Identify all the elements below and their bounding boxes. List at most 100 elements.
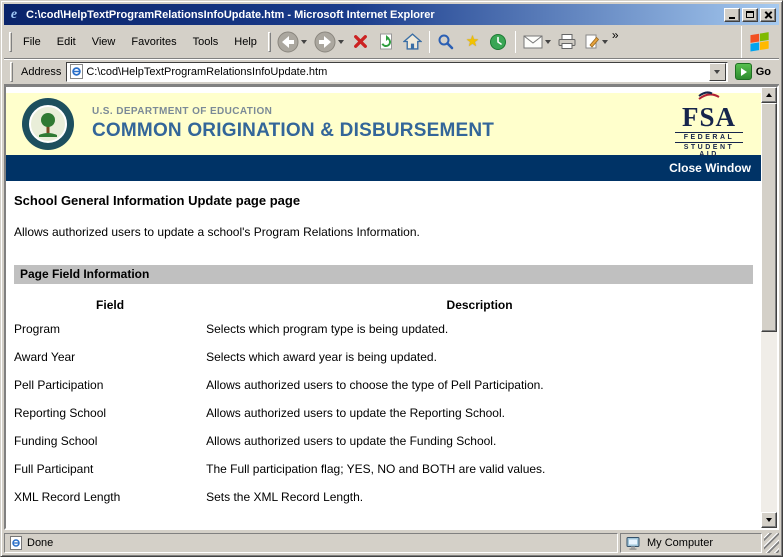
history-button[interactable] bbox=[486, 28, 511, 56]
title-bar[interactable]: e C:\cod\HelpTextProgramRelationsInfoUpd… bbox=[4, 4, 779, 25]
forward-button[interactable] bbox=[311, 28, 347, 56]
forward-dropdown-icon[interactable] bbox=[338, 40, 344, 44]
page-nav-bar: Close Window bbox=[6, 155, 761, 181]
mail-dropdown-icon[interactable] bbox=[545, 40, 551, 44]
scrollbar-track[interactable] bbox=[761, 103, 777, 512]
windows-logo bbox=[741, 26, 777, 58]
edit-button[interactable] bbox=[581, 28, 611, 56]
fsa-student-aid-label: STUDENT AID bbox=[675, 142, 743, 158]
site-title: COMMON ORIGINATION & DISBURSEMENT bbox=[92, 120, 494, 142]
banner-text: U.S. DEPARTMENT OF EDUCATION COMMON ORIG… bbox=[92, 106, 494, 142]
menu-bar: FileEditViewFavoritesToolsHelp bbox=[15, 33, 265, 51]
menu-item[interactable]: Favorites bbox=[123, 33, 184, 51]
field-description: Allows authorized users to update the Re… bbox=[206, 398, 753, 426]
field-table: Field Description Program Selects which … bbox=[14, 288, 753, 510]
table-row: Program Selects which program type is be… bbox=[14, 314, 753, 342]
menubar-grip[interactable] bbox=[9, 32, 12, 52]
refresh-button[interactable] bbox=[374, 28, 399, 56]
address-input[interactable] bbox=[86, 64, 705, 80]
window-controls bbox=[724, 8, 777, 22]
address-label: Address bbox=[21, 66, 61, 78]
browser-viewport: U.S. DEPARTMENT OF EDUCATION COMMON ORIG… bbox=[4, 85, 779, 530]
scroll-down-icon bbox=[766, 518, 772, 522]
menu-item[interactable]: Tools bbox=[185, 33, 227, 51]
my-computer-icon bbox=[626, 537, 642, 550]
back-icon bbox=[277, 31, 299, 53]
menu-item[interactable]: Edit bbox=[49, 33, 84, 51]
mail-button[interactable] bbox=[520, 28, 554, 56]
go-label: Go bbox=[756, 66, 771, 78]
address-dropdown-button[interactable] bbox=[709, 63, 726, 81]
ie-e-glyph: e bbox=[11, 8, 17, 22]
search-icon bbox=[437, 33, 455, 51]
back-button[interactable] bbox=[274, 28, 310, 56]
field-name: Reporting School bbox=[14, 398, 206, 426]
close-icon bbox=[764, 11, 773, 19]
home-icon bbox=[403, 33, 422, 50]
field-table-body: Program Selects which program type is be… bbox=[14, 314, 753, 510]
maximize-icon bbox=[746, 11, 754, 18]
minimize-icon bbox=[729, 17, 735, 19]
field-name: Pell Participation bbox=[14, 370, 206, 398]
menu-item[interactable]: View bbox=[84, 33, 124, 51]
maximize-button[interactable] bbox=[742, 8, 758, 22]
table-row: Pell Participation Allows authorized use… bbox=[14, 370, 753, 398]
fsa-flag-icon bbox=[697, 90, 721, 101]
tree-icon bbox=[37, 111, 59, 137]
close-button[interactable] bbox=[760, 8, 776, 22]
field-name: Program bbox=[14, 314, 206, 342]
search-button[interactable] bbox=[434, 28, 459, 56]
scrollbar-thumb[interactable] bbox=[761, 103, 777, 332]
fsa-federal-label: FEDERAL bbox=[675, 132, 743, 141]
close-window-link[interactable]: Close Window bbox=[669, 161, 751, 175]
field-description: Selects which award year is being update… bbox=[206, 342, 753, 370]
field-column-header: Field bbox=[14, 288, 206, 314]
section-header: Page Field Information bbox=[14, 265, 753, 284]
table-row: Full Participant The Full participation … bbox=[14, 454, 753, 482]
field-description: Sets the XML Record Length. bbox=[206, 482, 753, 510]
favorites-button[interactable]: ★ bbox=[460, 28, 485, 56]
address-field[interactable] bbox=[66, 62, 727, 82]
toolbar-overflow-chevron[interactable]: » bbox=[612, 28, 619, 42]
go-arrow-icon bbox=[741, 68, 747, 76]
print-icon bbox=[558, 33, 576, 50]
field-name: Funding School bbox=[14, 426, 206, 454]
go-button[interactable]: Go bbox=[733, 63, 776, 80]
scroll-down-button[interactable] bbox=[761, 512, 777, 528]
toolbar-grip[interactable] bbox=[268, 32, 271, 52]
status-text: Done bbox=[27, 537, 53, 549]
scroll-up-icon bbox=[766, 93, 772, 97]
table-row: Reporting School Allows authorized users… bbox=[14, 398, 753, 426]
cod-header-banner: U.S. DEPARTMENT OF EDUCATION COMMON ORIG… bbox=[6, 93, 761, 155]
refresh-icon bbox=[377, 33, 395, 50]
print-button[interactable] bbox=[555, 28, 580, 56]
addressbar-grip[interactable] bbox=[10, 62, 13, 82]
menu-item[interactable]: Help bbox=[226, 33, 265, 51]
table-row: Funding School Allows authorized users t… bbox=[14, 426, 753, 454]
dept-of-education-seal bbox=[22, 98, 74, 150]
vertical-scrollbar bbox=[761, 87, 777, 528]
menu-item[interactable]: File bbox=[15, 33, 49, 51]
command-bar: FileEditViewFavoritesToolsHelp bbox=[4, 25, 779, 59]
stop-button[interactable] bbox=[348, 28, 373, 56]
home-button[interactable] bbox=[400, 28, 425, 56]
back-dropdown-icon[interactable] bbox=[301, 40, 307, 44]
description-column-header: Description bbox=[206, 288, 753, 314]
field-description: Allows authorized users to choose the ty… bbox=[206, 370, 753, 398]
intro-text: Allows authorized users to update a scho… bbox=[14, 225, 753, 239]
address-bar: Address Go bbox=[4, 59, 779, 85]
windows-flag-icon bbox=[747, 29, 773, 55]
table-row: Award Year Selects which award year is b… bbox=[14, 342, 753, 370]
edit-icon bbox=[584, 34, 600, 50]
security-zone-pane: My Computer bbox=[620, 533, 762, 553]
resize-grip[interactable] bbox=[764, 533, 779, 553]
page-content: U.S. DEPARTMENT OF EDUCATION COMMON ORIG… bbox=[6, 87, 761, 528]
status-pane: Done bbox=[4, 533, 618, 553]
minimize-button[interactable] bbox=[724, 8, 740, 22]
mail-icon bbox=[523, 35, 543, 49]
scroll-up-button[interactable] bbox=[761, 87, 777, 103]
ie-logo-icon[interactable]: e bbox=[6, 7, 22, 23]
edit-dropdown-icon[interactable] bbox=[602, 40, 608, 44]
browser-window: e C:\cod\HelpTextProgramRelationsInfoUpd… bbox=[0, 0, 783, 557]
field-description: The Full participation flag; YES, NO and… bbox=[206, 454, 753, 482]
